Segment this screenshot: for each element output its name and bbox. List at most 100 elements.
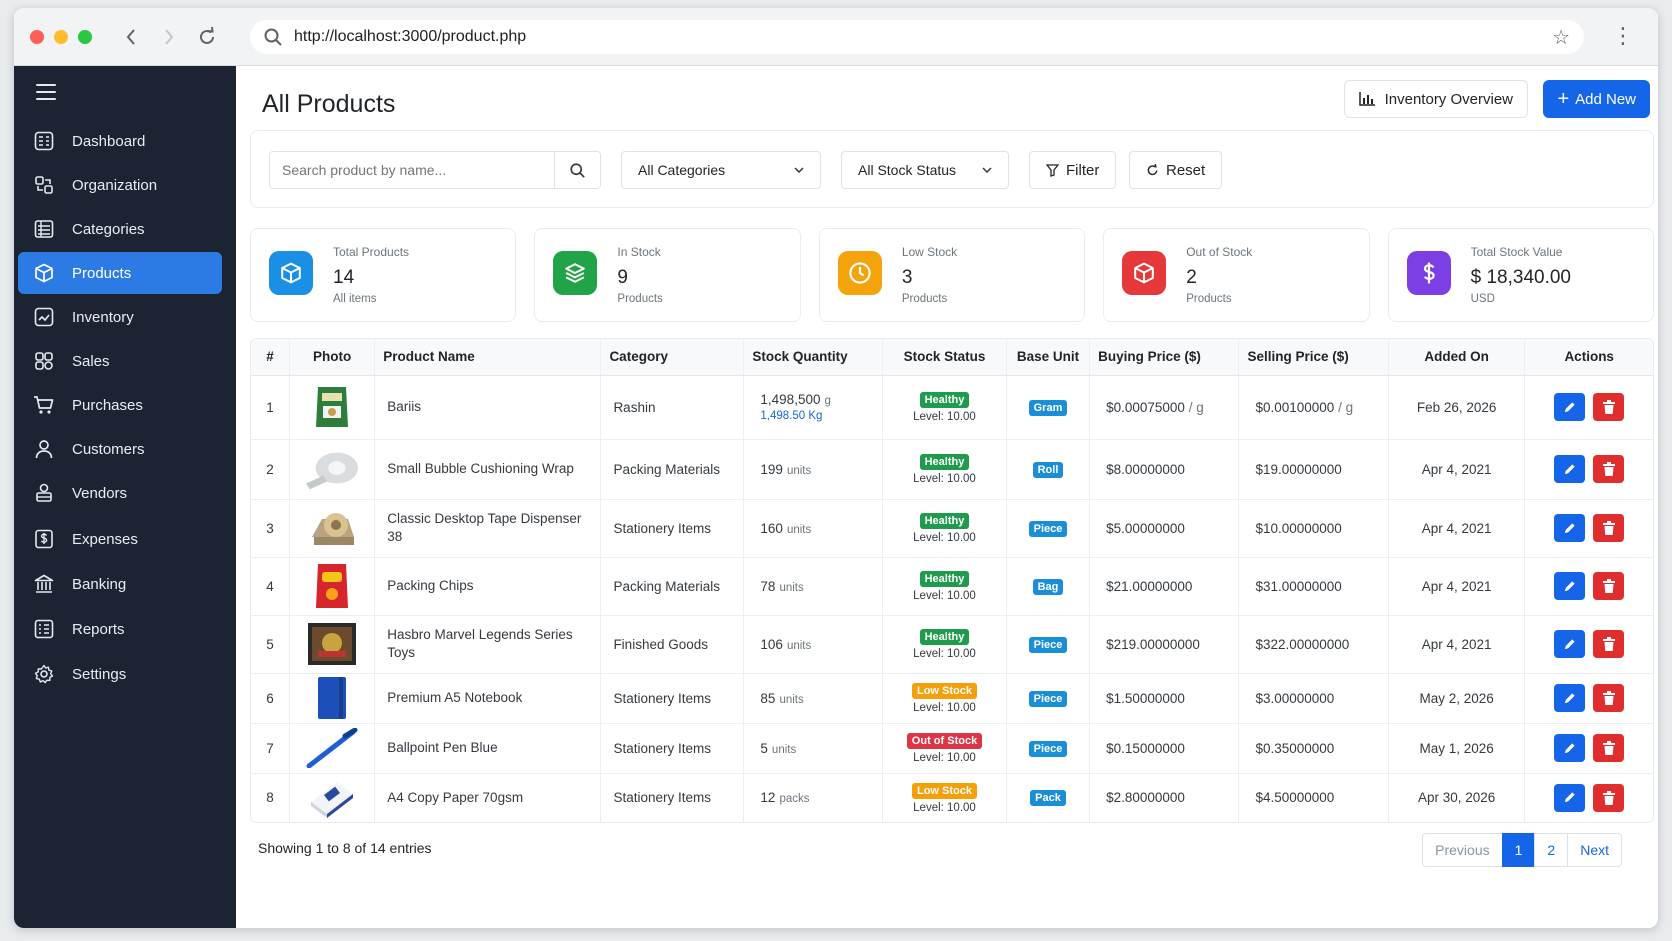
reset-label: Reset [1166, 161, 1206, 179]
table-row[interactable]: 2 Small Bubble Cushioning Wrap Packing M… [251, 439, 1653, 500]
reload-icon[interactable] [192, 22, 222, 52]
stat-value: 14 [333, 267, 355, 288]
stock-status-select[interactable]: All Stock Status [841, 151, 1009, 189]
back-icon[interactable] [116, 22, 146, 52]
edit-button[interactable] [1554, 734, 1586, 762]
sidebar-item-dashboard[interactable]: Dashboard [18, 120, 222, 162]
search-button[interactable] [554, 152, 600, 188]
table-row[interactable]: 4 Packing Chips Packing Materials 78 unit… [251, 557, 1653, 616]
edit-button[interactable] [1554, 572, 1586, 600]
add-new-button[interactable]: + Add New [1543, 80, 1650, 118]
sidebar-item-customers[interactable]: Customers [18, 428, 222, 470]
sidebar-item-reports[interactable]: Reports [18, 608, 222, 650]
search-icon [264, 28, 282, 46]
bookmark-star-icon[interactable]: ☆ [1552, 25, 1570, 50]
filter-button[interactable]: Filter [1029, 151, 1117, 189]
delete-button[interactable] [1593, 514, 1625, 542]
sidebar-item-banking[interactable]: Banking [18, 563, 222, 605]
pencil-icon [1565, 463, 1575, 474]
actions-cell [1524, 673, 1653, 724]
status-badge: Out of Stock [906, 733, 983, 749]
pencil-icon [1565, 638, 1575, 649]
edit-button[interactable] [1554, 684, 1586, 712]
close-window-button[interactable] [30, 29, 44, 44]
stock-quantity-cell: 106 units [743, 615, 884, 674]
table-row[interactable]: 8 A4 Copy Paper 70gsm Stationery Items 1… [251, 773, 1653, 822]
status-badge: Healthy [919, 513, 970, 529]
sales-icon [32, 349, 56, 373]
sidebar-item-sales[interactable]: Sales [18, 340, 222, 382]
status-badge: Low Stock [911, 782, 977, 799]
edit-button[interactable] [1554, 393, 1586, 421]
stock-status-cell: Healthy Level: 10.00 [882, 557, 1007, 616]
base-unit-cell: Roll [1006, 439, 1091, 500]
page-1-button[interactable]: 1 [1501, 833, 1536, 867]
sidebar-item-organization[interactable]: Organization [18, 164, 222, 206]
table-row[interactable]: 6 Premium A5 Notebook Stationery Items 8… [251, 673, 1653, 724]
table-row[interactable]: 3 Classic Desktop Tape Dispenser 38 Stat… [251, 499, 1653, 558]
trash-icon [1602, 579, 1615, 593]
sidebar-item-expenses[interactable]: Expenses [18, 518, 222, 560]
product-photo-cell [289, 439, 376, 500]
page-2-button[interactable]: 2 [1534, 833, 1569, 867]
delete-button[interactable] [1593, 734, 1625, 762]
stat-value: 9 [617, 267, 628, 288]
column-header: Stock Status [882, 339, 1007, 376]
next-page-button[interactable]: Next [1567, 833, 1622, 867]
sidebar-item-settings[interactable]: Settings [18, 653, 222, 695]
sidebar-item-label: Settings [72, 665, 127, 683]
tape-dispenser-image [304, 504, 360, 552]
edit-button[interactable] [1554, 630, 1586, 658]
actions-cell [1524, 557, 1653, 616]
stat-label: In Stock [617, 245, 661, 259]
sidebar-item-label: Vendors [72, 484, 128, 502]
sidebar-item-label: Categories [72, 220, 145, 238]
bank-icon [32, 572, 56, 596]
selling-price: $3.00000000 [1255, 690, 1335, 706]
add-new-label: Add New [1575, 90, 1636, 108]
sidebar-item-vendors[interactable]: Vendors [18, 472, 222, 514]
category-select-value: All Categories [638, 162, 726, 178]
inventory-overview-button[interactable]: Inventory Overview [1343, 80, 1528, 118]
reset-button[interactable]: Reset [1129, 151, 1223, 189]
delete-button[interactable] [1593, 684, 1625, 712]
base-unit-cell: Piece [1006, 499, 1091, 558]
delete-button[interactable] [1593, 783, 1625, 812]
product-photo-cell [289, 673, 376, 724]
sidebar-item-products[interactable]: Products [18, 252, 222, 294]
search-icon [570, 162, 585, 178]
sidebar-item-categories[interactable]: Categories [18, 208, 222, 250]
previous-page-button[interactable]: Previous [1422, 833, 1503, 867]
trash-icon [1602, 637, 1615, 651]
delete-button[interactable] [1593, 630, 1625, 658]
delete-button[interactable] [1593, 393, 1625, 421]
stat-card-total-products: Total Products 14 All items [250, 228, 517, 322]
sidebar-item-purchases[interactable]: Purchases [18, 384, 222, 426]
table-row[interactable]: 5 Hasbro Marvel Legends Series Toys Fini… [251, 615, 1653, 674]
product-name: Bariis [374, 375, 602, 440]
edit-button[interactable] [1554, 783, 1586, 812]
unit-badge: Bag [1032, 578, 1064, 595]
forward-icon[interactable] [154, 22, 184, 52]
table-row[interactable]: 1 Bariis Rashin 1,498,500 g 1,498.50 Kg H… [251, 375, 1653, 440]
browser-menu-icon[interactable]: ⋮ [1612, 24, 1634, 48]
search-input[interactable] [270, 152, 554, 188]
product-category: Stationery Items [600, 499, 745, 558]
category-select[interactable]: All Categories [621, 151, 821, 189]
edit-button[interactable] [1554, 455, 1586, 483]
address-bar[interactable]: http://localhost:3000/product.php ☆ [250, 20, 1584, 54]
table-row[interactable]: 7 Ballpoint Pen Blue Stationery Items 5u… [251, 723, 1653, 774]
minimize-window-button[interactable] [54, 29, 68, 44]
maximize-window-button[interactable] [78, 29, 92, 44]
entries-info: Showing 1 to 8 of 14 entries [258, 840, 432, 856]
clock-icon [837, 251, 882, 295]
refresh-icon [1147, 163, 1158, 175]
sidebar-item-inventory[interactable]: Inventory [18, 296, 222, 338]
inventory-icon [32, 305, 56, 329]
edit-button[interactable] [1554, 514, 1586, 542]
delete-button[interactable] [1593, 572, 1625, 600]
sidebar: Dashboard Organization Categories Products I… [14, 66, 236, 928]
delete-button[interactable] [1593, 455, 1625, 483]
reorder-level: Level: 10.00 [913, 801, 976, 814]
hamburger-menu-icon[interactable] [36, 84, 56, 105]
